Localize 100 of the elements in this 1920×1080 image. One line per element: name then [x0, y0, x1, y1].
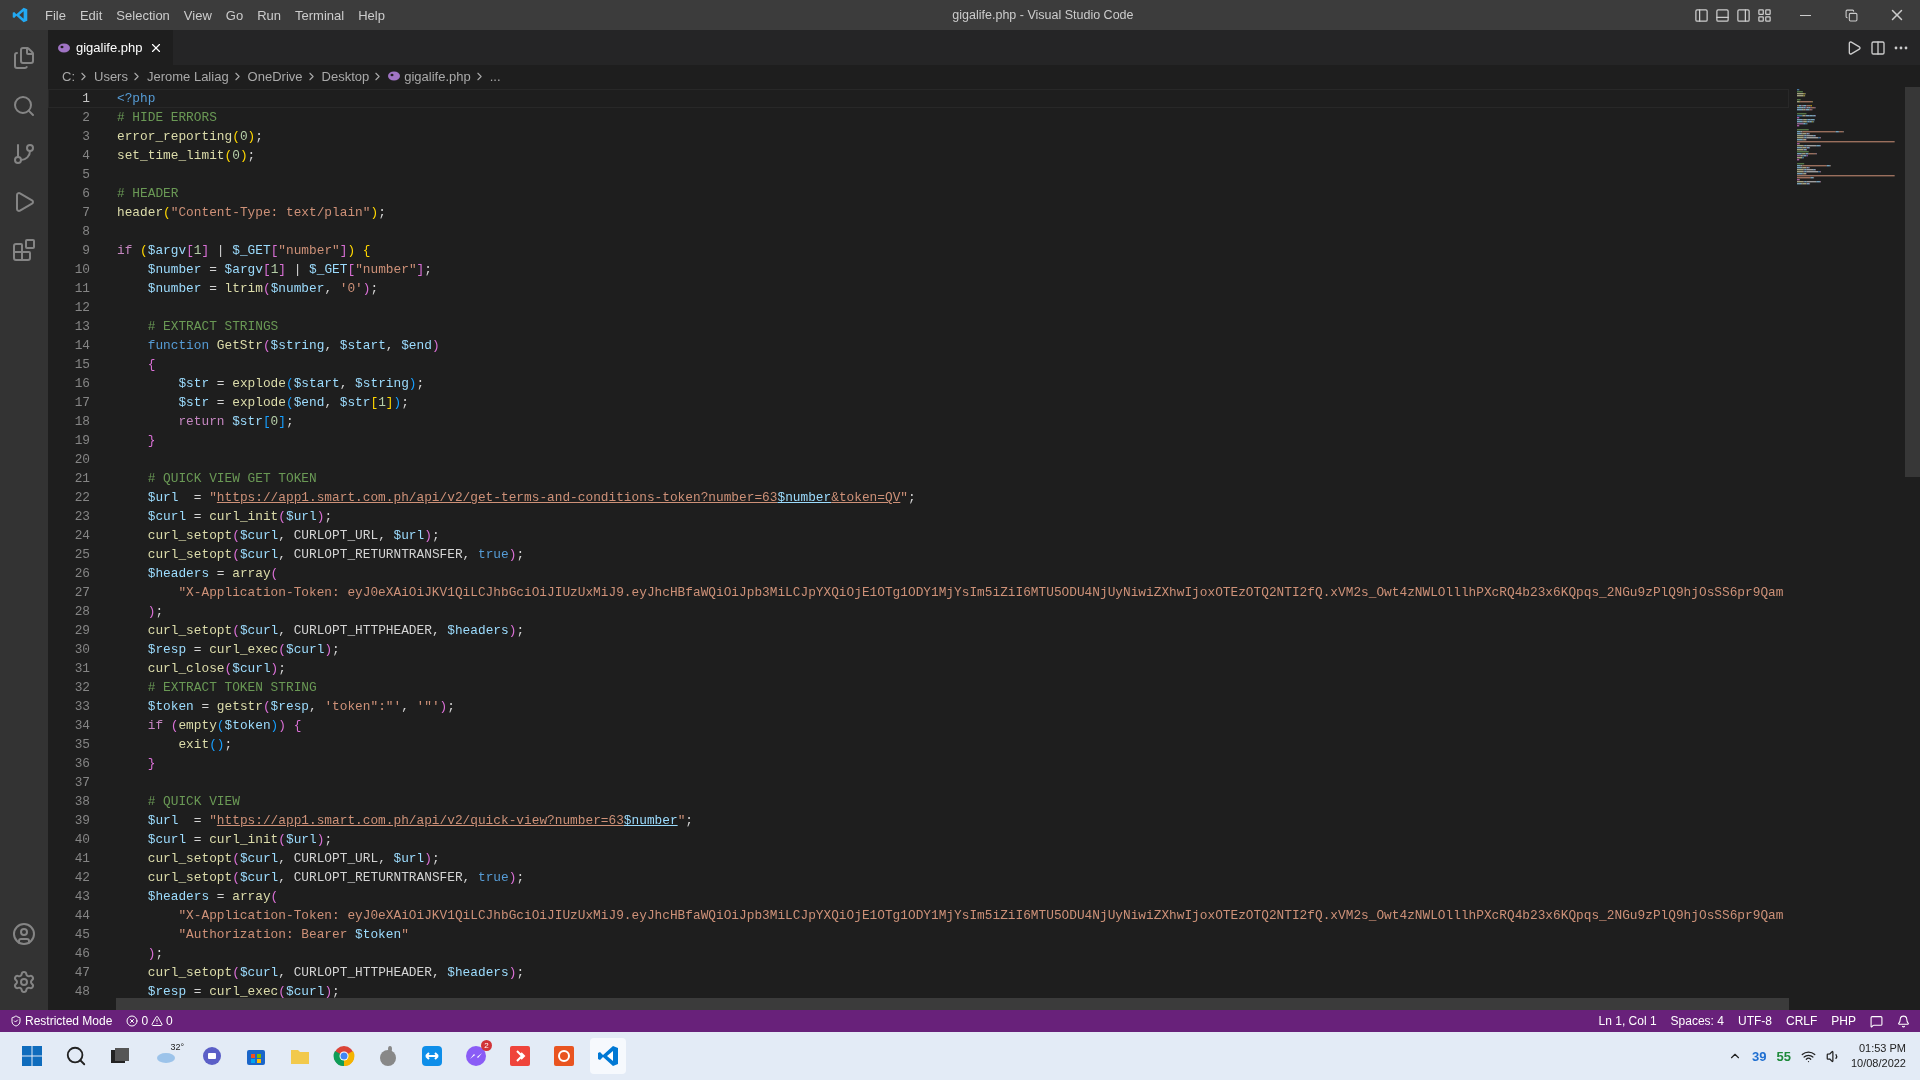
- line-number: 45: [73, 927, 90, 942]
- line-number: 31: [73, 661, 90, 676]
- code-line: $resp = curl_exec($curl);: [146, 984, 340, 999]
- line-number: 15: [73, 357, 90, 372]
- line-number: 44: [73, 908, 90, 923]
- line-number: 14: [73, 338, 90, 353]
- ring-app-logo-icon: [553, 1045, 575, 1067]
- restricted-mode-indicator[interactable]: Restricted Mode: [0, 1014, 120, 1028]
- status-item[interactable]: CRLF: [1778, 1014, 1825, 1028]
- line-number: 30: [73, 642, 90, 657]
- tray-value[interactable]: 55: [1776, 1048, 1791, 1064]
- code-line: if ($argv[1] | $_GET["number"]) {: [117, 243, 371, 258]
- code-line: <?php: [117, 91, 156, 106]
- weather-button[interactable]: 32°: [146, 1038, 186, 1074]
- breadcrumb-item[interactable]: Jerome Laliag: [146, 68, 229, 84]
- breadcrumb-item[interactable]: Users: [94, 68, 128, 84]
- code-line: # QUICK VIEW: [146, 794, 240, 809]
- code-line: $headers = array(: [146, 889, 279, 904]
- line-number: 7: [81, 205, 90, 220]
- run-icon: [1846, 39, 1862, 56]
- line-number: 29: [73, 623, 90, 638]
- menu-item[interactable]: Go: [218, 7, 251, 23]
- line-number: 18: [73, 414, 90, 429]
- status-item[interactable]: PHP: [1824, 1014, 1863, 1028]
- editor-logo: [12, 7, 28, 23]
- code-line: curl_setopt($curl, CURLOPT_URL, $url);: [146, 528, 440, 543]
- warning-count[interactable]: 0: [166, 1014, 173, 1028]
- panel-left-icon: [1694, 7, 1709, 23]
- php-file-icon: [58, 42, 70, 53]
- code-line: function GetStr($string, $start, $end): [146, 338, 440, 353]
- tab-label: gigalife.php: [76, 40, 143, 55]
- code-line: $number = ltrim($number, '0');: [146, 281, 379, 296]
- line-number: 22: [73, 490, 90, 505]
- code-line: {: [146, 357, 156, 372]
- breadcrumb-item[interactable]: gigalife.php: [404, 68, 471, 84]
- breadcrumb-item[interactable]: OneDrive: [247, 68, 303, 84]
- php-file-icon: [388, 71, 401, 81]
- line-number: 3: [81, 129, 90, 144]
- error-count[interactable]: 0: [141, 1014, 149, 1028]
- line-number: 42: [73, 870, 90, 885]
- code-line: $str = explode($start, $string);: [177, 376, 425, 391]
- code-line: $url = "https://app1.smart.com.ph/api/v2/get-terms-and-conditions-token?number=63$number&token=QV";: [146, 490, 916, 505]
- code-line: # EXTRACT STRINGS: [146, 319, 279, 334]
- error-icon: [126, 1015, 139, 1027]
- editor-tab[interactable]: gigalife.php: [48, 30, 173, 65]
- code-line: # HIDE ERRORS: [117, 110, 217, 125]
- code-line: );: [146, 604, 164, 619]
- status-item[interactable]: Spaces: 4: [1663, 1014, 1731, 1028]
- line-number: 48: [73, 984, 90, 999]
- code-line: exit();: [177, 737, 233, 752]
- menu-item[interactable]: Terminal: [288, 7, 352, 23]
- line-number: 20: [73, 452, 90, 467]
- start-logo-icon: [21, 1045, 43, 1067]
- code-editor-logo-icon: [597, 1045, 619, 1067]
- breadcrumb-item[interactable]: C:: [62, 68, 75, 84]
- code-line: "X-Application-Token: eyJ0eXAiOiJKV1QiLCJhbGciOiJIUzUxMiJ9.eyJhcHBfaWQiOiJpb3MiLCJpYXQiOjE1OTg1ODY1MjYsIm5iZiI6MTU5ODU4NjUyNiwiZXhwIjoxOTEzOTQ2NTI2fQ.xVM2s_Owt4zNWLOlllhPXcRQ4b23x6KQpqs_2NGu9zPlQ9hjOsSS6pr9Qam: [177, 908, 1784, 923]
- line-number: 23: [73, 509, 90, 524]
- breadcrumb-item[interactable]: Desktop: [321, 68, 370, 84]
- code-line: $curl = curl_init($url);: [146, 832, 333, 847]
- code-line: if (empty($token)) {: [146, 718, 302, 733]
- code-line: set_time_limit(0);: [117, 148, 256, 163]
- code-line: return $str[0];: [177, 414, 294, 429]
- line-number: 5: [81, 167, 90, 182]
- line-number: 21: [73, 471, 90, 486]
- chat-logo-icon: [201, 1045, 223, 1067]
- menu-item[interactable]: Help: [351, 7, 392, 23]
- status-item[interactable]: UTF-8: [1730, 1014, 1779, 1028]
- code-line: curl_setopt($curl, CURLOPT_URL, $url);: [146, 851, 440, 866]
- line-number: 2: [81, 110, 90, 125]
- code-line: $curl = curl_init($url);: [146, 509, 333, 524]
- menu-item[interactable]: File: [38, 7, 73, 23]
- warning-icon: [151, 1015, 164, 1027]
- menu-item[interactable]: View: [176, 7, 219, 23]
- line-number: 34: [73, 718, 90, 733]
- line-number: 26: [73, 566, 90, 581]
- status-item[interactable]: Ln 1, Col 1: [1591, 1014, 1664, 1028]
- remote-app-logo-icon: [509, 1045, 531, 1067]
- vertical-scrollbar[interactable]: [1905, 87, 1920, 477]
- menu-item[interactable]: Edit: [72, 7, 110, 23]
- line-number: 28: [73, 604, 90, 619]
- line-number: 35: [73, 737, 90, 752]
- panel-bottom-icon: [1715, 7, 1730, 23]
- wifi-icon: [1800, 1048, 1816, 1064]
- code-line: $token = getstr($resp, 'token":"', '"');: [146, 699, 455, 714]
- clock-date[interactable]: 10/08/2022: [1850, 1056, 1906, 1071]
- horizontal-scrollbar[interactable]: [116, 998, 1789, 1010]
- menu-item[interactable]: Selection: [109, 7, 177, 23]
- tray-value[interactable]: 39: [1752, 1048, 1767, 1064]
- line-number: 40: [73, 832, 90, 847]
- clock-time[interactable]: 01:53 PM: [1858, 1041, 1906, 1056]
- notification-badge: 2: [481, 1040, 492, 1051]
- line-number: 39: [73, 813, 90, 828]
- line-number: 27: [73, 585, 90, 600]
- more-icon[interactable]: [1894, 45, 1908, 50]
- line-number: 24: [73, 528, 90, 543]
- code-editor-icon[interactable]: [590, 1038, 626, 1074]
- remote-desktop-logo-icon: [421, 1045, 443, 1067]
- breadcrumb-item[interactable]: ...: [489, 68, 501, 84]
- code-line: # HEADER: [117, 186, 179, 201]
- menu-item[interactable]: Run: [250, 7, 288, 23]
